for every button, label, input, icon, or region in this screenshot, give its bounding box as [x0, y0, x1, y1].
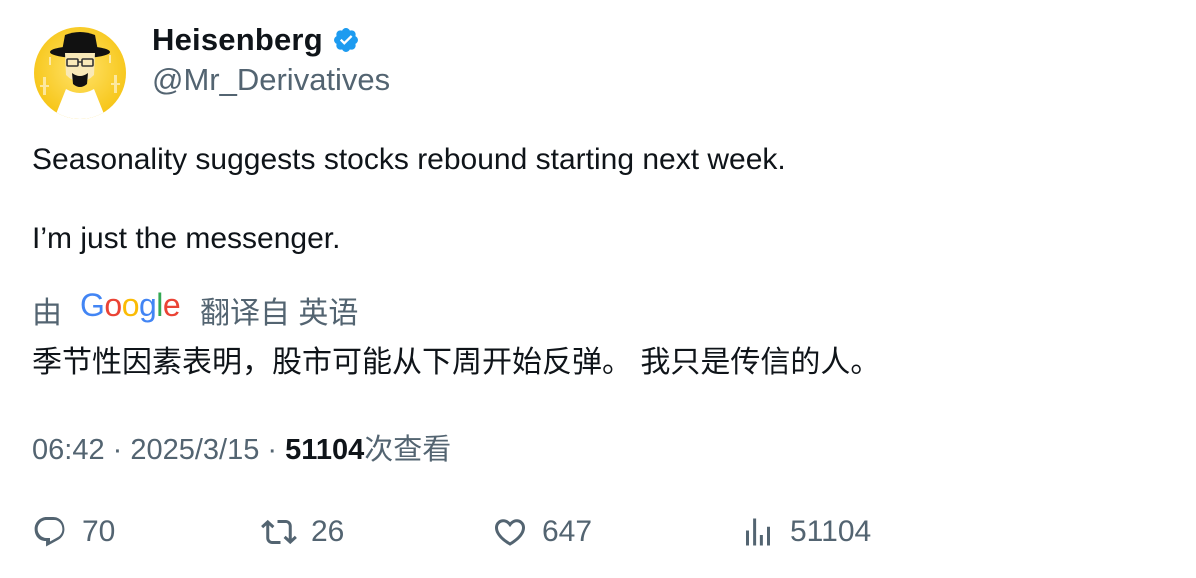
action-bar: 70 26 647 51104 — [0, 510, 1196, 554]
meta-separator: · — [259, 434, 286, 466]
like-count: 647 — [542, 515, 593, 548]
translation-attribution: 由 Google 翻译自 英语 — [32, 287, 358, 332]
author-handle[interactable]: @Mr_Derivatives — [152, 62, 390, 98]
translated-text: 季节性因素表明，股市可能从下周开始反弹。 我只是传信的人。 — [32, 346, 881, 379]
analytics-icon — [746, 518, 770, 546]
views-label: 次查看 — [364, 434, 452, 466]
views-button[interactable]: 51104 — [740, 510, 871, 554]
views-count: 51104 — [285, 434, 365, 466]
retweet-button[interactable]: 26 — [261, 510, 344, 554]
tweet-meta: 06:42 · 2025/3/15 · 51104次查看 — [32, 426, 451, 468]
verified-badge-icon[interactable] — [332, 26, 360, 54]
like-button[interactable]: 647 — [492, 510, 592, 554]
tweet-time[interactable]: 06:42 — [32, 434, 105, 466]
display-name[interactable]: Heisenberg — [152, 22, 323, 58]
tweet-text-line-2: I’m just the messenger. — [32, 222, 341, 255]
author-name-row: Heisenberg — [152, 22, 360, 58]
tweet-text-line-1: Seasonality suggests stocks rebound star… — [32, 143, 786, 176]
heisenberg-avatar-icon — [40, 32, 120, 119]
reply-button[interactable]: 70 — [32, 510, 115, 554]
retweet-icon — [261, 519, 297, 545]
avatar[interactable] — [34, 27, 126, 119]
svg-text:Google: Google — [80, 288, 180, 323]
tweet-date[interactable]: 2025/3/15 — [130, 434, 259, 466]
views-count-action: 51104 — [790, 515, 872, 548]
google-logo: Google — [80, 287, 181, 332]
translation-suffix[interactable]: 翻译自 英语 — [200, 288, 358, 332]
meta-separator: · — [104, 434, 131, 466]
reply-count: 70 — [82, 515, 116, 548]
heart-icon — [494, 519, 526, 546]
retweet-count: 26 — [311, 515, 345, 548]
reply-icon — [34, 517, 65, 547]
translation-prefix: 由 — [32, 297, 62, 330]
